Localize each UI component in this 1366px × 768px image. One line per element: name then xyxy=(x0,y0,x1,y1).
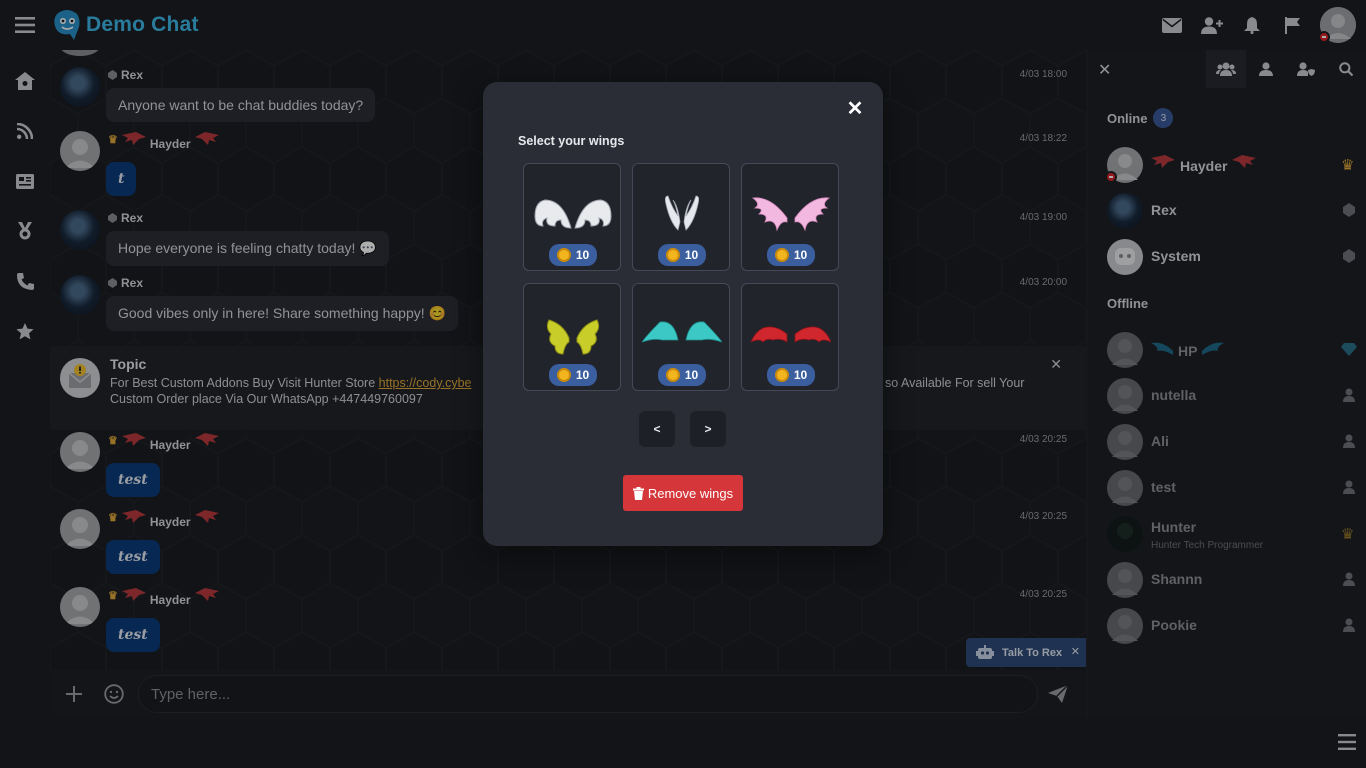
remove-wings-button[interactable]: Remove wings xyxy=(623,475,743,511)
coin-icon xyxy=(556,248,571,262)
wing-price: 10 xyxy=(549,244,597,266)
wing-option[interactable]: 10 xyxy=(632,283,730,391)
prev-page-button[interactable]: < xyxy=(639,411,675,447)
wings-modal: ✕ Select your wings 10 10 10 10 10 10 < … xyxy=(483,82,883,546)
yellow-wings-icon xyxy=(546,319,600,355)
wing-price: 10 xyxy=(658,244,706,266)
next-page-button[interactable]: > xyxy=(690,411,726,447)
teal-wings-icon xyxy=(642,321,722,343)
wing-price: 10 xyxy=(767,364,815,386)
coin-icon xyxy=(665,248,680,262)
wing-price: 10 xyxy=(658,364,706,386)
white-wings-icon xyxy=(534,199,612,229)
coin-icon xyxy=(665,368,680,382)
wing-price: 10 xyxy=(549,364,597,386)
wing-option[interactable]: 10 xyxy=(632,163,730,271)
modal-title: Select your wings xyxy=(518,134,625,148)
wing-option[interactable]: 10 xyxy=(741,283,839,391)
wing-option[interactable]: 10 xyxy=(523,283,621,391)
pagination: < > xyxy=(639,411,726,447)
wings-grid: 10 10 10 10 10 10 xyxy=(523,163,841,391)
modal-close-button[interactable]: ✕ xyxy=(845,98,865,120)
red-wings-icon xyxy=(751,326,831,343)
wing-option[interactable]: 10 xyxy=(523,163,621,271)
coin-icon xyxy=(774,248,789,262)
wing-option[interactable]: 10 xyxy=(741,163,839,271)
coin-icon xyxy=(556,368,571,382)
coin-icon xyxy=(774,368,789,382)
wing-price: 10 xyxy=(767,244,815,266)
angel-wings-icon xyxy=(664,195,700,231)
pink-wings-icon xyxy=(751,197,831,232)
trash-icon xyxy=(632,486,644,500)
